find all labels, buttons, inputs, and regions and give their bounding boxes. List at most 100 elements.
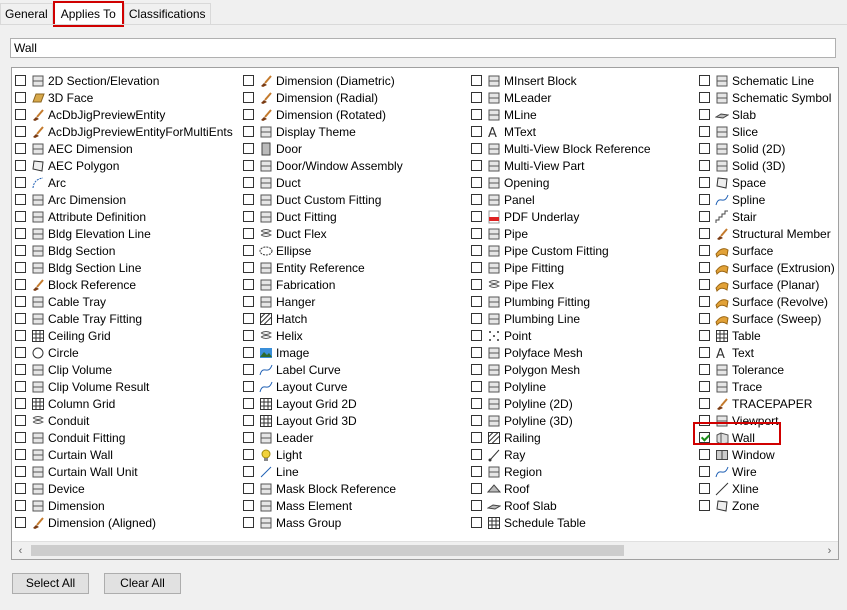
checkbox[interactable] [15, 432, 26, 443]
checkbox[interactable] [15, 466, 26, 477]
checkbox[interactable] [243, 296, 254, 307]
checkbox[interactable] [471, 75, 482, 86]
checkbox[interactable] [15, 398, 26, 409]
list-item-acdbjigpreviewentity[interactable]: AcDbJigPreviewEntity [15, 106, 233, 123]
checkbox[interactable] [15, 517, 26, 528]
checkbox[interactable] [471, 364, 482, 375]
checkbox[interactable] [471, 517, 482, 528]
list-item-stair[interactable]: Stair [699, 208, 835, 225]
list-item-duct-flex[interactable]: Duct Flex [243, 225, 403, 242]
checkbox[interactable] [699, 109, 710, 120]
list-item-conduit[interactable]: Conduit [15, 412, 233, 429]
list-item-polygon-mesh[interactable]: Polygon Mesh [471, 361, 651, 378]
checkbox[interactable] [15, 500, 26, 511]
checkbox[interactable] [15, 449, 26, 460]
checkbox[interactable] [471, 160, 482, 171]
checkbox[interactable] [15, 483, 26, 494]
tab-general[interactable]: General [0, 3, 53, 24]
checkbox[interactable] [699, 449, 710, 460]
checkbox[interactable] [699, 415, 710, 426]
checkbox[interactable] [15, 228, 26, 239]
checkbox[interactable] [243, 75, 254, 86]
checkbox[interactable] [471, 177, 482, 188]
list-item-curtain-wall[interactable]: Curtain Wall [15, 446, 233, 463]
checkbox[interactable] [699, 211, 710, 222]
list-item-dimension-rotated[interactable]: Dimension (Rotated) [243, 106, 403, 123]
list-item-duct[interactable]: Duct [243, 174, 403, 191]
list-item-ellipse[interactable]: Ellipse [243, 242, 403, 259]
list-item-arc[interactable]: Arc [15, 174, 233, 191]
list-item-spline[interactable]: Spline [699, 191, 835, 208]
list-item-leader[interactable]: Leader [243, 429, 403, 446]
checkbox[interactable] [243, 262, 254, 273]
checkbox[interactable] [471, 415, 482, 426]
list-item-mass-element[interactable]: Mass Element [243, 497, 403, 514]
checkbox[interactable] [699, 432, 710, 443]
checkbox[interactable] [243, 92, 254, 103]
checkbox[interactable] [15, 143, 26, 154]
list-item-2d-section-elevation[interactable]: 2D Section/Elevation [15, 72, 233, 89]
checkbox[interactable] [15, 160, 26, 171]
list-item-polyface-mesh[interactable]: Polyface Mesh [471, 344, 651, 361]
checkbox[interactable] [699, 245, 710, 256]
list-item-surface[interactable]: Surface [699, 242, 835, 259]
checkbox[interactable] [243, 228, 254, 239]
list-item-layout-grid-2d[interactable]: Layout Grid 2D [243, 395, 403, 412]
checkbox[interactable] [243, 449, 254, 460]
checkbox[interactable] [471, 398, 482, 409]
checkbox[interactable] [471, 143, 482, 154]
checkbox[interactable] [471, 109, 482, 120]
checkbox[interactable] [243, 143, 254, 154]
list-item-ray[interactable]: Ray [471, 446, 651, 463]
list-item-dimension[interactable]: Dimension [15, 497, 233, 514]
checkbox[interactable] [471, 500, 482, 511]
checkbox[interactable] [243, 109, 254, 120]
list-item-mtext[interactable]: A MText [471, 123, 651, 140]
list-item-ceiling-grid[interactable]: Ceiling Grid [15, 327, 233, 344]
list-item-3d-face[interactable]: 3D Face [15, 89, 233, 106]
checkbox[interactable] [699, 381, 710, 392]
checkbox[interactable] [15, 364, 26, 375]
checkbox[interactable] [471, 313, 482, 324]
list-item-text[interactable]: A Text [699, 344, 835, 361]
list-item-plumbing-line[interactable]: Plumbing Line [471, 310, 651, 327]
checkbox[interactable] [243, 432, 254, 443]
checkbox[interactable] [699, 296, 710, 307]
checkbox[interactable] [699, 330, 710, 341]
checkbox[interactable] [699, 126, 710, 137]
checkbox[interactable] [471, 245, 482, 256]
list-item-pipe-custom-fitting[interactable]: Pipe Custom Fitting [471, 242, 651, 259]
list-item-dimension-aligned[interactable]: Dimension (Aligned) [15, 514, 233, 531]
filter-input[interactable]: Wall [10, 38, 836, 58]
scroll-right-arrow-icon[interactable]: › [821, 542, 838, 559]
checkbox[interactable] [15, 279, 26, 290]
list-item-clip-volume[interactable]: Clip Volume [15, 361, 233, 378]
list-item-hanger[interactable]: Hanger [243, 293, 403, 310]
checkbox[interactable] [15, 381, 26, 392]
list-item-duct-fitting[interactable]: Duct Fitting [243, 208, 403, 225]
list-item-cable-tray-fitting[interactable]: Cable Tray Fitting [15, 310, 233, 327]
list-item-dimension-diametric[interactable]: Dimension (Diametric) [243, 72, 403, 89]
checkbox[interactable] [243, 177, 254, 188]
checkbox[interactable] [243, 245, 254, 256]
list-item-attribute-definition[interactable]: Attribute Definition [15, 208, 233, 225]
list-item-structural-member[interactable]: Structural Member [699, 225, 835, 242]
checkbox[interactable] [15, 177, 26, 188]
list-item-roof-slab[interactable]: Roof Slab [471, 497, 651, 514]
checkbox[interactable] [471, 347, 482, 358]
checkbox[interactable] [15, 211, 26, 222]
checkbox[interactable] [699, 483, 710, 494]
horizontal-scrollbar[interactable]: ‹ › [12, 541, 838, 559]
list-item-line[interactable]: Line [243, 463, 403, 480]
list-item-circle[interactable]: Circle [15, 344, 233, 361]
list-item-railing[interactable]: Railing [471, 429, 651, 446]
checkbox[interactable] [243, 160, 254, 171]
checkbox[interactable] [243, 330, 254, 341]
checkbox[interactable] [471, 330, 482, 341]
list-item-layout-curve[interactable]: Layout Curve [243, 378, 403, 395]
checkbox[interactable] [471, 228, 482, 239]
list-item-roof[interactable]: Roof [471, 480, 651, 497]
checkbox[interactable] [15, 262, 26, 273]
checkbox[interactable] [243, 483, 254, 494]
list-item-xline[interactable]: Xline [699, 480, 835, 497]
